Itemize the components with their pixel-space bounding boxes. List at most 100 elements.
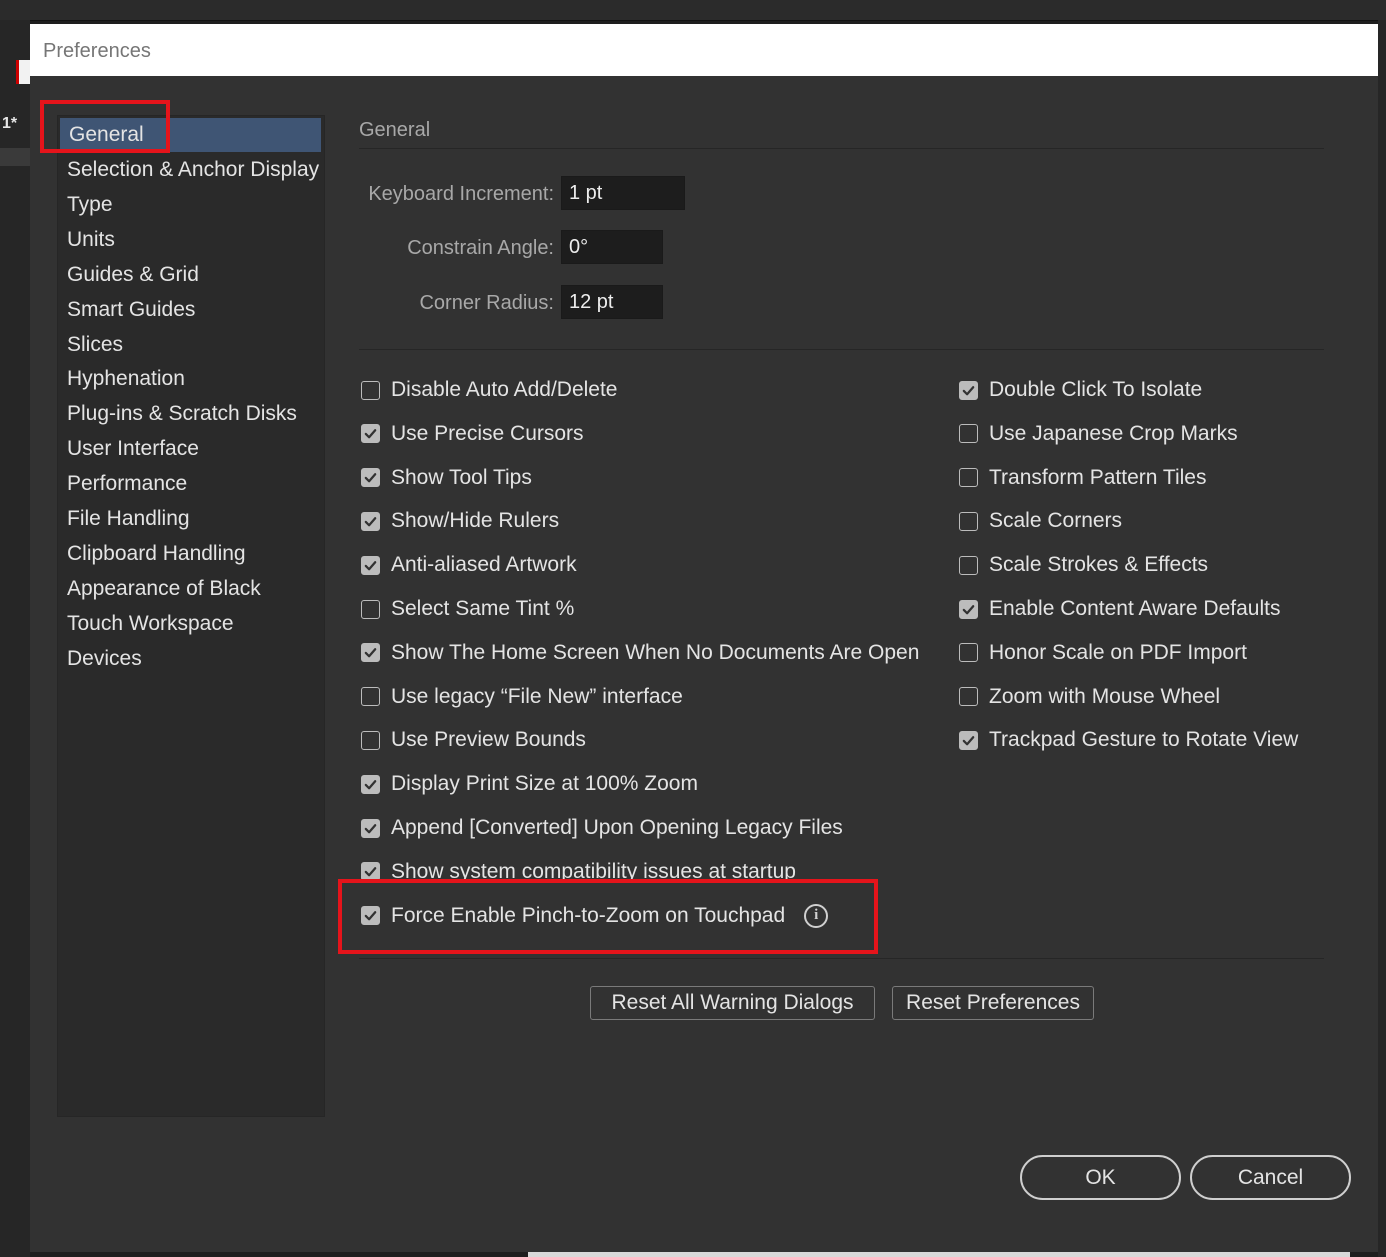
checkbox-row-disable-auto-add-delete[interactable]: Disable Auto Add/Delete (361, 375, 618, 405)
checkbox-row-enable-content-aware-defaults[interactable]: Enable Content Aware Defaults (959, 594, 1280, 624)
checkbox-use-preview-bounds[interactable] (361, 730, 380, 750)
checkbox-label: Trackpad Gesture to Rotate View (989, 728, 1299, 752)
checkbox-disable-auto-add-delete[interactable] (361, 380, 380, 400)
checkbox-label: Display Print Size at 100% Zoom (391, 772, 698, 796)
document-tab-marker: 1* (2, 115, 18, 132)
checkbox-trackpad-gesture-to-rotate-view[interactable] (959, 730, 978, 750)
checkbox-row-show-tool-tips[interactable]: Show Tool Tips (361, 463, 532, 493)
sidebar-item-user-interface[interactable]: User Interface (58, 432, 322, 466)
checkbox-show-system-compatibility-issues-at-startup[interactable] (361, 862, 380, 882)
sidebar-item-performance[interactable]: Performance (58, 467, 322, 501)
checkbox-enable-content-aware-defaults[interactable] (959, 599, 978, 619)
checkbox-row-use-legacy-file-new-interface[interactable]: Use legacy “File New” interface (361, 682, 683, 712)
sidebar-item-units[interactable]: Units (58, 223, 322, 257)
checkbox-label: Double Click To Isolate (989, 378, 1203, 401)
sidebar-item-smart-guides[interactable]: Smart Guides (58, 293, 322, 327)
checkbox-force-enable-pinch-to-zoom-on-touchpad[interactable] (361, 906, 380, 926)
checkbox-row-append-converted-upon-opening-legacy-files[interactable]: Append [Converted] Upon Opening Legacy F… (361, 813, 843, 843)
checkbox-row-honor-scale-on-pdf-import[interactable]: Honor Scale on PDF Import (959, 638, 1247, 668)
sidebar-item-slices[interactable]: Slices (58, 328, 322, 362)
ok-button[interactable]: OK (1020, 1155, 1181, 1200)
checkbox-label: Select Same Tint % (391, 597, 575, 620)
preferences-sidebar: General Selection & Anchor Display Type … (57, 115, 325, 1117)
checkbox-use-legacy-file-new-interface[interactable] (361, 687, 380, 707)
checkbox-label: Zoom with Mouse Wheel (989, 684, 1221, 708)
checkbox-anti-aliased-artwork[interactable] (361, 555, 380, 575)
constrain-angle-input[interactable] (561, 230, 663, 264)
sidebar-item-selection-anchor-display[interactable]: Selection & Anchor Display (58, 153, 322, 187)
checkbox-row-display-print-size-at-100-zoom[interactable]: Display Print Size at 100% Zoom (361, 769, 698, 799)
section-divider (359, 148, 1324, 149)
corner-radius-label: Corner Radius: (419, 292, 554, 314)
sidebar-item-type[interactable]: Type (58, 188, 322, 222)
checkbox-label: Show Tool Tips (391, 465, 532, 489)
reset-preferences-button[interactable]: Reset Preferences (892, 986, 1094, 1020)
constrain-angle-label: Constrain Angle: (407, 237, 554, 259)
checkbox-zoom-with-mouse-wheel[interactable] (959, 687, 978, 707)
app-right-panel (1378, 20, 1386, 1257)
checkbox-row-anti-aliased-artwork[interactable]: Anti-aliased Artwork (361, 550, 577, 580)
checkbox-label: Enable Content Aware Defaults (989, 597, 1281, 620)
app-left-panel: 1* (0, 20, 31, 1257)
checkbox-row-show-the-home-screen-when-no-documents-are-open[interactable]: Show The Home Screen When No Documents A… (361, 638, 919, 668)
preferences-dialog: Preferences General Selection & Anchor D… (30, 24, 1378, 1252)
checkbox-label: Scale Strokes & Effects (989, 553, 1209, 577)
sidebar-item-file-handling[interactable]: File Handling (58, 502, 322, 536)
sidebar-item-devices[interactable]: Devices (58, 642, 322, 676)
checkbox-row-scale-corners[interactable]: Scale Corners (959, 506, 1122, 536)
checkbox-row-use-preview-bounds[interactable]: Use Preview Bounds (361, 725, 586, 755)
document-icon (16, 60, 31, 84)
sidebar-item-guides-grid[interactable]: Guides & Grid (58, 258, 322, 292)
checkbox-scale-corners[interactable] (959, 511, 978, 531)
keyboard-increment-input[interactable] (561, 176, 685, 210)
sidebar-item-appearance-of-black[interactable]: Appearance of Black (58, 572, 322, 606)
checkbox-use-precise-cursors[interactable] (361, 424, 380, 444)
corner-radius-input[interactable] (561, 285, 663, 319)
checkbox-label: Show system compatibility issues at star… (391, 859, 796, 883)
checkbox-scale-strokes-effects[interactable] (959, 555, 978, 575)
checkbox-show-the-home-screen-when-no-documents-are-open[interactable] (361, 643, 380, 663)
sidebar-item-hyphenation[interactable]: Hyphenation (58, 362, 322, 396)
checkbox-transform-pattern-tiles[interactable] (959, 468, 978, 488)
checkbox-row-select-same-tint[interactable]: Select Same Tint % (361, 594, 574, 624)
checkbox-label: Force Enable Pinch-to-Zoom on Touchpad (391, 903, 786, 927)
app-scrollbar[interactable] (528, 1252, 1350, 1257)
checkbox-row-use-precise-cursors[interactable]: Use Precise Cursors (361, 419, 584, 449)
info-icon[interactable]: i (804, 903, 829, 928)
reset-all-warning-dialogs-button[interactable]: Reset All Warning Dialogs (590, 986, 875, 1020)
checkbox-row-scale-strokes-effects[interactable]: Scale Strokes & Effects (959, 550, 1208, 580)
dialog-title: Preferences (43, 40, 151, 62)
checkbox-select-same-tint[interactable] (361, 599, 380, 619)
checkbox-show-tool-tips[interactable] (361, 468, 380, 488)
checkbox-label: Use Precise Cursors (391, 421, 584, 445)
checkbox-label: Use legacy “File New” interface (391, 684, 683, 708)
checkbox-append-converted-upon-opening-legacy-files[interactable] (361, 818, 380, 838)
checkbox-row-trackpad-gesture-to-rotate-view[interactable]: Trackpad Gesture to Rotate View (959, 725, 1298, 755)
checkbox-double-click-to-isolate[interactable] (959, 380, 978, 400)
keyboard-increment-label: Keyboard Increment: (368, 183, 554, 205)
section-title: General (359, 119, 431, 141)
sidebar-item-plugins-scratch-disks[interactable]: Plug-ins & Scratch Disks (58, 397, 322, 431)
options-divider (359, 349, 1324, 350)
ruler (0, 148, 30, 166)
checkbox-use-japanese-crop-marks[interactable] (959, 424, 978, 444)
checkbox-honor-scale-on-pdf-import[interactable] (959, 643, 978, 663)
sidebar-item-clipboard-handling[interactable]: Clipboard Handling (58, 537, 322, 571)
checkbox-label: Use Preview Bounds (391, 728, 586, 752)
checkbox-row-show-system-compatibility-issues-at-startup[interactable]: Show system compatibility issues at star… (361, 857, 796, 887)
checkbox-display-print-size-at-100-zoom[interactable] (361, 774, 380, 794)
checkbox-label: Honor Scale on PDF Import (989, 640, 1247, 664)
cancel-button[interactable]: Cancel (1190, 1155, 1351, 1200)
sidebar-item-general[interactable]: General (60, 118, 321, 152)
checkbox-row-use-japanese-crop-marks[interactable]: Use Japanese Crop Marks (959, 419, 1238, 449)
checkbox-row-transform-pattern-tiles[interactable]: Transform Pattern Tiles (959, 463, 1206, 493)
sidebar-item-touch-workspace[interactable]: Touch Workspace (58, 607, 322, 641)
checkbox-label: Scale Corners (989, 509, 1123, 533)
dialog-titlebar[interactable]: Preferences (30, 24, 1378, 76)
checkbox-row-double-click-to-isolate[interactable]: Double Click To Isolate (959, 375, 1202, 405)
checkbox-row-show-hide-rulers[interactable]: Show/Hide Rulers (361, 506, 559, 536)
checkbox-row-zoom-with-mouse-wheel[interactable]: Zoom with Mouse Wheel (959, 682, 1220, 712)
buttons-divider (359, 958, 1324, 959)
checkbox-show-hide-rulers[interactable] (361, 511, 380, 531)
checkbox-row-force-enable-pinch-to-zoom-on-touchpad[interactable]: Force Enable Pinch-to-Zoom on Touchpad i (361, 901, 829, 931)
